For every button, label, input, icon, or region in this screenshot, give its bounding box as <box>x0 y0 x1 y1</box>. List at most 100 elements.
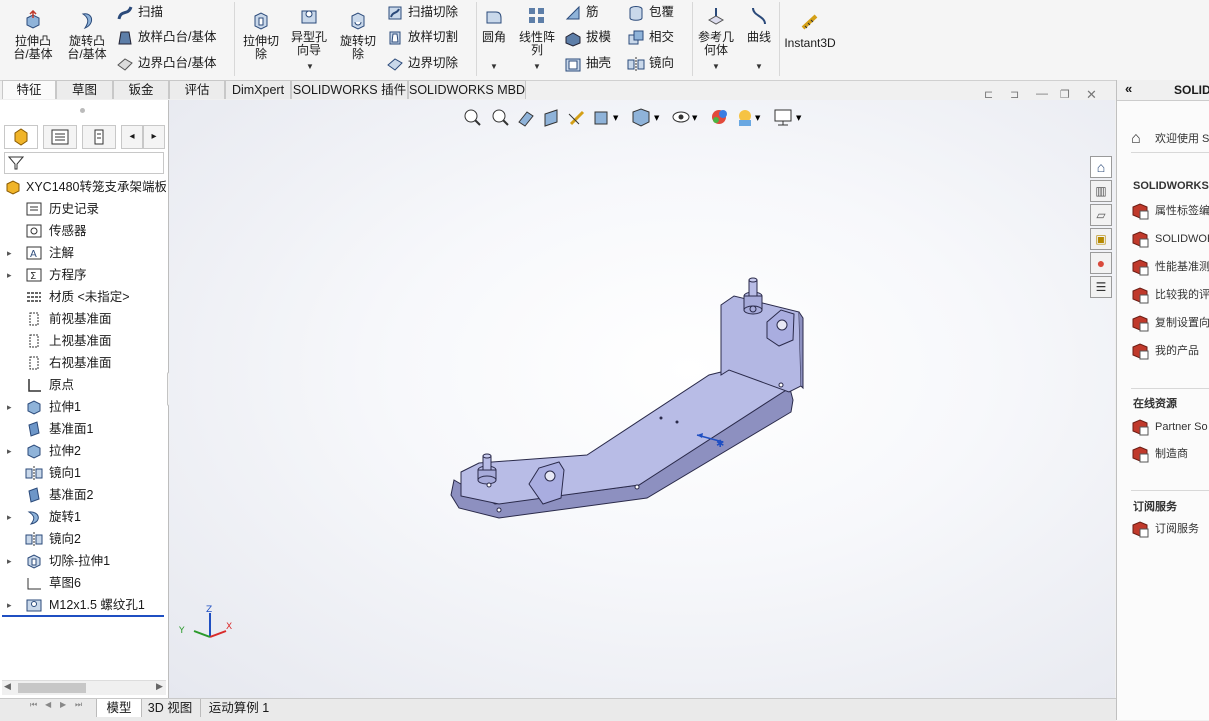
property-manager-icon <box>51 129 69 145</box>
hole-wizard-button[interactable]: 异型孔 向导 <box>286 6 332 57</box>
section-solidworks-tools: SOLIDWORKS <box>1133 180 1209 192</box>
task-pane-tab-home[interactable]: ⌂ <box>1090 156 1112 178</box>
task-pane-tab-appearances[interactable]: ● <box>1090 252 1112 274</box>
reference-geometry-button[interactable]: 参考几 何体 <box>694 6 738 57</box>
configuration-manager-tab[interactable] <box>82 125 116 149</box>
tab-motion-study-1[interactable]: 运动算例 1 <box>200 699 277 717</box>
wrap-button[interactable]: 包覆 <box>627 2 674 22</box>
first-tab-icon[interactable]: ⏮ <box>30 700 37 710</box>
mirror-button[interactable]: 镜向 <box>627 53 674 73</box>
task-pane-link[interactable]: 订阅服务 <box>1131 518 1199 540</box>
instant3d-button[interactable]: Instant3D <box>782 12 838 50</box>
tree-horizontal-scrollbar[interactable]: ◀ ▶ <box>2 680 166 695</box>
task-pane-link[interactable]: 性能基准测 <box>1131 256 1209 278</box>
linear-pattern-dropdown-icon[interactable]: ▼ <box>533 62 541 71</box>
revolve-cut-label: 旋转切 除 <box>339 34 376 61</box>
task-pane-link[interactable]: 制造商 <box>1131 443 1188 465</box>
tab-solidworks-addins[interactable]: SOLIDWORKS 插件 <box>291 80 408 99</box>
task-pane-link[interactable]: 比较我的评 <box>1131 284 1209 306</box>
task-pane-tab-file-explorer[interactable]: ▱ <box>1090 204 1112 226</box>
draft-button[interactable]: 拔模 <box>564 27 611 47</box>
tree-rollback-bar[interactable] <box>2 615 164 617</box>
panel-grip[interactable] <box>80 108 85 113</box>
next-tab-icon[interactable]: ▶ <box>60 700 66 709</box>
curves-button[interactable]: 曲线 <box>742 6 776 44</box>
sweep-button[interactable]: 扫描 <box>116 2 163 22</box>
revolve-cut-button[interactable]: 旋转切 除 <box>334 10 382 61</box>
part-model[interactable]: ✱ <box>169 100 1115 698</box>
tab-features[interactable]: 特征 <box>2 80 56 99</box>
tab-dimxpert[interactable]: DimXpert <box>225 80 291 99</box>
restore-left-icon[interactable]: ⊏ <box>984 88 993 101</box>
tab-3d-views[interactable]: 3D 视图 <box>142 699 198 717</box>
shell-icon <box>565 58 581 72</box>
task-pane-tab-custom-properties[interactable]: ☰ <box>1090 276 1112 298</box>
shell-button[interactable]: 抽壳 <box>564 53 611 73</box>
cut-extrude-icon <box>27 554 41 569</box>
expand-arrow-icon[interactable]: ▸ <box>7 440 12 462</box>
expand-arrow-icon[interactable]: ▸ <box>7 396 12 418</box>
tab-sketch[interactable]: 草图 <box>56 80 113 99</box>
welcome-link[interactable]: ⌂ 欢迎使用 S <box>1131 128 1209 150</box>
tree-item-label: 方程序 <box>49 268 87 282</box>
task-pane-link-label: 比较我的评 <box>1155 289 1209 301</box>
last-tab-icon[interactable]: ⏭ <box>75 700 82 710</box>
linear-pattern-button[interactable]: 线性阵 列 <box>514 6 560 57</box>
boundary-boss-button[interactable]: 边界凸台/基体 <box>116 53 216 73</box>
close-icon[interactable]: ✕ <box>1086 87 1097 103</box>
minimize-icon[interactable]: — <box>1036 86 1048 100</box>
hole-wizard-dropdown-icon[interactable]: ▼ <box>306 62 314 71</box>
draft-icon <box>565 32 581 47</box>
previous-tab-icon[interactable]: ◀ <box>45 700 51 709</box>
task-pane-link[interactable]: SOLIDWOR <box>1131 228 1209 250</box>
intersect-icon <box>628 30 644 45</box>
plane-icon <box>29 356 39 370</box>
curves-dropdown-icon[interactable]: ▼ <box>755 62 763 71</box>
feature-manager-tab[interactable] <box>4 125 38 149</box>
task-pane-link[interactable]: Partner So <box>1131 416 1208 438</box>
tool-icon <box>1131 314 1149 332</box>
task-pane-tab-design-library[interactable]: ▥ <box>1090 180 1112 202</box>
material-icon <box>27 292 41 302</box>
tab-scroll-buttons[interactable]: ⏮ ◀ ▶ ⏭ <box>28 699 90 715</box>
revolve-boss-button[interactable]: 旋转凸 台/基体 <box>62 10 112 61</box>
svg-text:Σ: Σ <box>30 271 36 282</box>
tab-solidworks-mbd[interactable]: SOLIDWORKS MBD <box>408 80 526 99</box>
fillet-button[interactable]: 圆角 <box>478 6 510 44</box>
tree-scroll-thumb[interactable] <box>18 683 86 693</box>
expand-arrow-icon[interactable]: ▸ <box>7 506 12 528</box>
swept-cut-icon <box>388 6 402 20</box>
expand-arrow-icon[interactable]: ▸ <box>7 594 12 616</box>
tab-model[interactable]: 模型 <box>96 699 142 717</box>
graphics-area[interactable]: ▼ ▼ ▼ ▼ ▼ ✱ Z X Y <box>169 100 1115 698</box>
panel-tab-scroll-left[interactable]: ◂ <box>121 125 143 149</box>
tab-evaluate[interactable]: 评估 <box>169 80 225 99</box>
task-pane-link[interactable]: 属性标签编 <box>1131 200 1209 222</box>
rib-button[interactable]: 筋 <box>564 2 599 22</box>
extrude-boss-button[interactable]: 拉伸凸 台/基体 <box>8 9 58 61</box>
property-manager-tab[interactable] <box>43 125 77 149</box>
extrude-cut-button[interactable]: 拉伸切 除 <box>238 10 284 61</box>
fillet-dropdown-icon[interactable]: ▼ <box>490 62 498 71</box>
expand-arrow-icon[interactable]: ▸ <box>7 242 12 264</box>
task-pane-tab-view-palette[interactable]: ▣ <box>1090 228 1112 250</box>
expand-arrow-icon[interactable]: ▸ <box>7 550 12 572</box>
maximize-icon[interactable]: ❐ <box>1060 88 1070 101</box>
restore-right-icon[interactable]: ⊐ <box>1010 88 1019 101</box>
task-pane-link[interactable]: 我的产品 <box>1131 340 1199 362</box>
boundary-cut-button[interactable]: 边界切除 <box>386 53 458 73</box>
section-subscription-services: 订阅服务 <box>1133 501 1177 513</box>
wrap-label: 包覆 <box>649 5 675 19</box>
reference-geometry-dropdown-icon[interactable]: ▼ <box>712 62 720 71</box>
collapse-task-pane-icon[interactable]: « <box>1125 81 1132 96</box>
hole-wizard-label: 异型孔 向导 <box>290 30 327 57</box>
loft-boss-button[interactable]: 放样凸台/基体 <box>116 27 216 47</box>
task-pane-link[interactable]: 复制设置向 <box>1131 312 1209 334</box>
lofted-cut-button[interactable]: 放样切割 <box>386 27 458 47</box>
panel-tab-scroll-right[interactable]: ▸ <box>143 125 165 149</box>
expand-arrow-icon[interactable]: ▸ <box>7 264 12 286</box>
intersect-button[interactable]: 相交 <box>627 27 674 47</box>
swept-cut-button[interactable]: 扫描切除 <box>386 2 458 22</box>
tab-sheet-metal[interactable]: 钣金 <box>113 80 169 99</box>
tree-filter-box[interactable] <box>4 152 164 174</box>
